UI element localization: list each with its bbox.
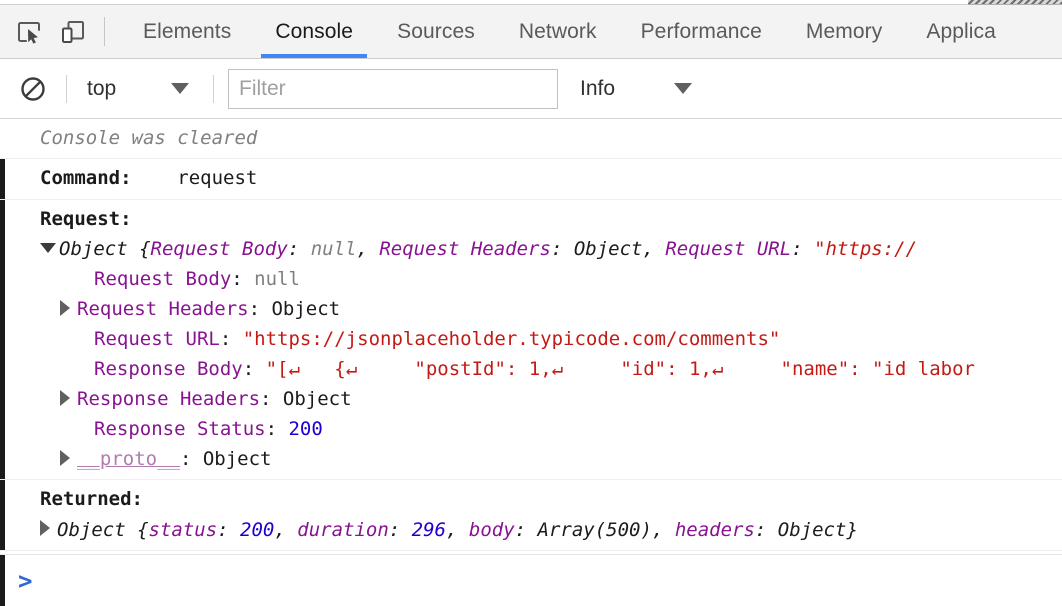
disclosure-triangle-collapsed-icon[interactable] <box>60 450 70 466</box>
console-toolbar: top Info <box>0 59 1062 119</box>
log-level-label: Info <box>574 77 670 101</box>
property-value: Object <box>271 298 340 320</box>
console-output: Console was cleared Command: request Req… <box>0 119 1062 554</box>
console-message-command: Command: request <box>0 159 1062 199</box>
console-message-returned: Returned: Object {status: 200, duration:… <box>0 480 1062 550</box>
returned-value-status: 200 <box>240 519 274 541</box>
returned-value-body: Array(500) <box>538 519 652 541</box>
returned-value-headers: Object <box>778 519 847 541</box>
inspect-element-icon[interactable] <box>14 17 44 47</box>
object-prefix: Object { <box>57 519 149 541</box>
clear-console-icon[interactable] <box>14 70 52 108</box>
log-level-selector[interactable]: Info <box>574 77 702 101</box>
devtools-window: Elements Console Sources Network Perform… <box>0 0 1062 606</box>
preview-key-request-body: Request Body <box>151 238 288 260</box>
preview-value-request-url: "https:// <box>814 238 917 260</box>
panel-tabs: Elements Console Sources Network Perform… <box>121 5 1062 58</box>
property-row-proto[interactable]: __proto__: Object <box>0 444 1062 474</box>
tab-application[interactable]: Applica <box>904 5 1018 58</box>
tab-console[interactable]: Console <box>253 5 375 58</box>
disclosure-triangle-collapsed-icon[interactable] <box>60 300 70 316</box>
property-row-request-body: Request Body: null <box>0 264 1062 294</box>
object-prefix: Object { <box>59 238 151 260</box>
property-key: __proto__ <box>77 448 180 470</box>
disclosure-triangle-collapsed-icon[interactable] <box>60 390 70 406</box>
returned-key-body: body <box>469 519 515 541</box>
returned-key-headers: headers <box>675 519 755 541</box>
tab-sources[interactable]: Sources <box>375 5 497 58</box>
tab-memory[interactable]: Memory <box>784 5 904 58</box>
returned-label: Returned: <box>40 488 143 510</box>
property-value: "[↵ {↵ "postId": 1,↵ "id": 1,↵ "name": "… <box>266 358 975 380</box>
preview-value-request-body: null <box>311 238 357 260</box>
prompt-chevron-icon: > <box>18 569 32 593</box>
toolbar-separator-1 <box>66 75 67 103</box>
property-row-response-headers[interactable]: Response Headers: Object <box>0 384 1062 414</box>
tabbar-tool-icons <box>0 5 88 58</box>
property-key: Request URL <box>94 328 220 350</box>
preview-value-request-headers: Object <box>574 238 643 260</box>
property-value: null <box>254 268 300 290</box>
chevron-down-icon <box>674 83 692 94</box>
disclosure-triangle-expanded-icon[interactable] <box>40 243 56 253</box>
console-cleared-text: Console was cleared <box>0 124 1062 153</box>
property-key: Request Body <box>94 268 231 290</box>
property-key: Response Headers <box>77 388 260 410</box>
property-row-response-body: Response Body: "[↵ {↵ "postId": 1,↵ "id"… <box>0 354 1062 384</box>
chevron-down-icon <box>171 83 189 94</box>
returned-value-duration: 296 <box>412 519 446 541</box>
returned-object-preview[interactable]: Object {status: 200, duration: 296, body… <box>0 515 1062 545</box>
request-label: Request: <box>40 208 132 230</box>
property-key: Request Headers <box>77 298 249 320</box>
execution-context-selector[interactable]: top <box>81 77 199 101</box>
console-prompt-input[interactable] <box>32 569 1062 593</box>
object-suffix: } <box>846 519 857 541</box>
property-value: 200 <box>288 418 322 440</box>
property-row-request-headers[interactable]: Request Headers: Object <box>0 294 1062 324</box>
tab-elements[interactable]: Elements <box>121 5 253 58</box>
returned-key-duration: duration <box>297 519 389 541</box>
execution-context-label: top <box>81 77 167 101</box>
command-label: Command: <box>40 167 132 189</box>
devtools-tabbar: Elements Console Sources Network Perform… <box>0 5 1062 59</box>
console-message-request: Request: Object {Request Body: null, Req… <box>0 200 1062 481</box>
preview-key-request-headers: Request Headers <box>379 238 551 260</box>
preview-key-request-url: Request URL <box>665 238 791 260</box>
request-object-preview[interactable]: Object {Request Body: null, Request Head… <box>0 234 1062 264</box>
tab-performance[interactable]: Performance <box>619 5 784 58</box>
tab-network[interactable]: Network <box>497 5 619 58</box>
property-row-response-status: Response Status: 200 <box>0 414 1062 444</box>
tabbar-divider <box>104 17 105 46</box>
property-value: Object <box>283 388 352 410</box>
property-row-request-url: Request URL: "https://jsonplaceholder.ty… <box>0 324 1062 354</box>
filter-input[interactable] <box>228 69 558 109</box>
console-prompt-row[interactable]: > <box>0 554 1062 606</box>
returned-key-status: status <box>149 519 218 541</box>
request-label-line: Request: <box>0 205 1062 234</box>
property-value: "https://jsonplaceholder.typicode.com/co… <box>243 328 781 350</box>
returned-label-line: Returned: <box>0 485 1062 514</box>
device-toolbar-icon[interactable] <box>58 17 88 47</box>
property-key: Response Status <box>94 418 266 440</box>
console-message-cleared: Console was cleared <box>0 119 1062 159</box>
property-key: Response Body <box>94 358 243 380</box>
toolbar-separator-2 <box>213 75 214 103</box>
disclosure-triangle-collapsed-icon[interactable] <box>40 520 50 536</box>
property-value: Object <box>203 448 272 470</box>
command-value: request <box>177 167 257 189</box>
command-line: Command: request <box>0 164 1062 193</box>
